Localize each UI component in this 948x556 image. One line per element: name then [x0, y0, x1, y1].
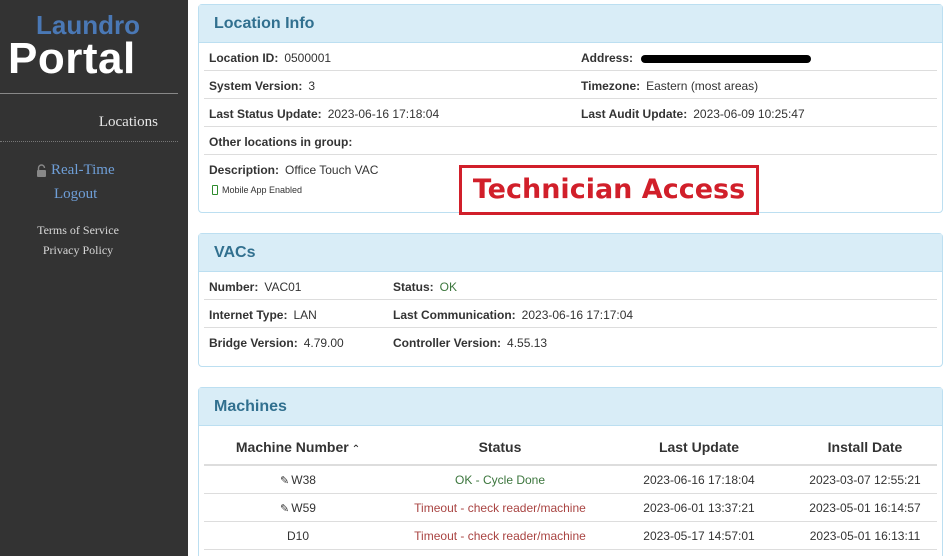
- last-status-update: Last Status Update: 2023-06-16 17:18:04: [209, 107, 440, 121]
- location-id: Location ID: 0500001: [209, 51, 332, 65]
- machine-status-cell: Timeout - check reader/machine: [414, 529, 586, 543]
- vacs-title: VACs: [199, 234, 942, 272]
- other-locations: Other locations in group:: [209, 135, 353, 149]
- table-row[interactable]: D10 Timeout - check reader/machine 2023-…: [204, 522, 937, 550]
- mobile-app-label: Mobile App Enabled: [222, 185, 303, 195]
- bridge-version: Bridge Version: 4.79.00: [209, 336, 344, 350]
- machines-table: Machine Number ⌃ Status Last Update Insta…: [204, 426, 937, 550]
- description: Description: Office Touch VAC: [209, 163, 379, 177]
- machine-number-cell[interactable]: ✎ W59: [204, 501, 392, 515]
- info-row: Location ID: 0500001 Address:: [204, 43, 937, 71]
- vac-row: Internet Type: LAN Last Communication: 202…: [204, 300, 937, 328]
- brand-bottom: Portal: [8, 34, 136, 83]
- machine-number-cell[interactable]: D10: [204, 529, 392, 543]
- sidebar: Laundro Portal Locations Real-Time Logou…: [0, 0, 188, 556]
- vac-number: Number: VAC01: [209, 280, 302, 294]
- machine-install-date-cell: 2023-05-01 16:14:57: [809, 501, 921, 515]
- controller-version: Controller Version: 4.55.13: [393, 336, 548, 350]
- location-info-title: Location Info: [199, 5, 942, 43]
- redacted-address: [641, 54, 812, 63]
- privacy-link[interactable]: Privacy Policy: [0, 243, 156, 258]
- last-communication: Last Communication: 2023-06-16 17:17:04: [393, 308, 634, 322]
- pencil-icon[interactable]: ✎: [280, 474, 289, 487]
- machines-title: Machines: [199, 388, 942, 426]
- vac-status: Status: OK: [393, 280, 458, 294]
- machine-last-update-cell: 2023-05-17 14:57:01: [643, 529, 755, 543]
- vac-row: Bridge Version: 4.79.00 Controller Versio…: [204, 328, 937, 356]
- machine-status-cell: OK - Cycle Done: [454, 473, 546, 487]
- system-version: System Version: 3: [209, 79, 316, 93]
- terms-link[interactable]: Terms of Service: [0, 223, 156, 238]
- last-audit-update: Last Audit Update: 2023-06-09 10:25:47: [581, 107, 805, 121]
- machine-install-date-cell: 2023-05-01 16:13:11: [809, 529, 921, 543]
- sidebar-divider: [0, 93, 178, 94]
- nav-realtime-link[interactable]: Real-Time: [36, 162, 115, 179]
- col-install-date[interactable]: Install Date: [790, 439, 940, 455]
- vacs-panel: VACs Number: VAC01 Status: OK Internet Typ…: [198, 233, 943, 367]
- col-machine-number[interactable]: Machine Number ⌃: [204, 439, 392, 455]
- mobile-app-indicator: Mobile App Enabled: [212, 185, 302, 195]
- info-row: Other locations in group:: [204, 127, 937, 155]
- lock-icon: [37, 164, 46, 177]
- machine-last-update-cell: 2023-06-16 17:18:04: [643, 473, 755, 487]
- internet-type: Internet Type: LAN: [209, 308, 317, 322]
- pencil-icon[interactable]: ✎: [280, 502, 289, 515]
- info-row: System Version: 3 Timezone: Eastern (most …: [204, 71, 937, 99]
- nav-realtime-label: Real-Time: [51, 162, 115, 178]
- col-last-update[interactable]: Last Update: [608, 439, 790, 455]
- machines-table-header: Machine Number ⌃ Status Last Update Insta…: [204, 426, 937, 466]
- machine-number-cell[interactable]: ✎ W38: [204, 473, 392, 487]
- vac-row: Number: VAC01 Status: OK: [204, 272, 937, 300]
- machine-last-update-cell: 2023-06-01 13:37:21: [643, 501, 755, 515]
- col-status[interactable]: Status: [392, 439, 608, 455]
- technician-access-banner: Technician Access: [459, 165, 759, 215]
- table-row[interactable]: ✎ W38 OK - Cycle Done 2023-06-16 17:18:04…: [204, 466, 937, 494]
- nav-locations-link[interactable]: Locations: [99, 114, 158, 131]
- mobile-phone-icon: [212, 185, 218, 195]
- chevron-up-icon: ⌃: [351, 444, 361, 455]
- nav-logout-link[interactable]: Logout: [54, 186, 97, 203]
- timezone: Timezone: Eastern (most areas): [581, 79, 759, 93]
- sidebar-divider: [0, 141, 178, 142]
- address: Address:: [581, 51, 812, 65]
- info-row: Last Status Update: 2023-06-16 17:18:04 L…: [204, 99, 937, 127]
- table-row[interactable]: ✎ W59 Timeout - check reader/machine 2023…: [204, 494, 937, 522]
- machine-status-cell: Timeout - check reader/machine: [414, 501, 586, 515]
- machine-install-date-cell: 2023-03-07 12:55:21: [809, 473, 921, 487]
- machines-panel: Machines Machine Number ⌃ Status Last Upd…: [198, 387, 943, 556]
